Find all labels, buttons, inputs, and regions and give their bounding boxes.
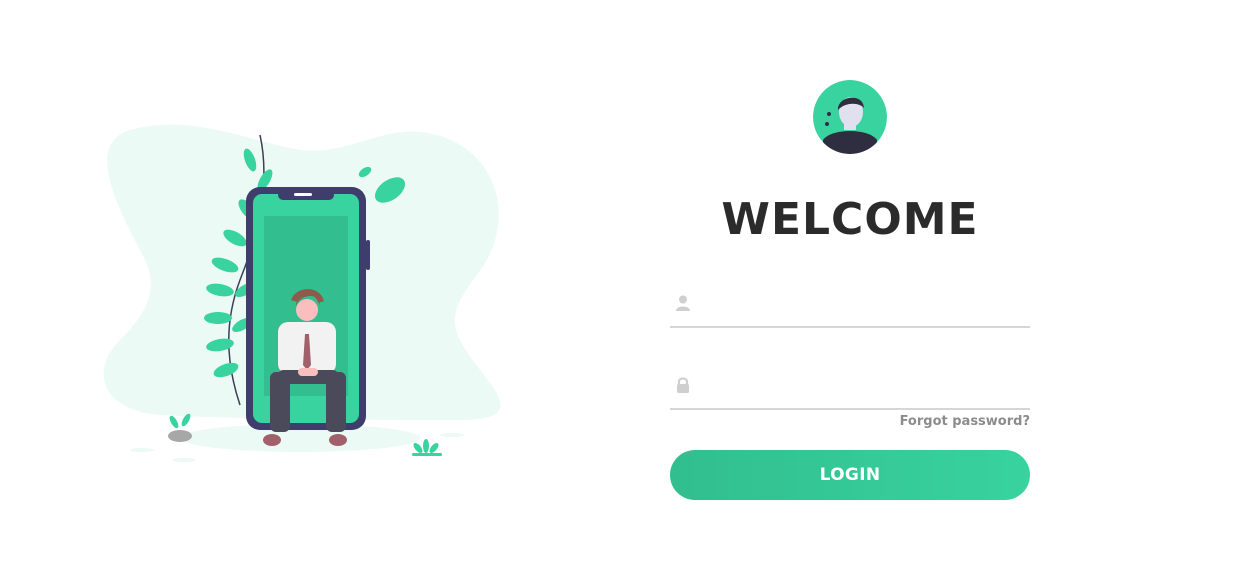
user-icon bbox=[676, 295, 690, 311]
password-field bbox=[670, 368, 1030, 410]
username-input[interactable] bbox=[704, 290, 1024, 320]
password-input[interactable] bbox=[704, 372, 1024, 402]
avatar bbox=[813, 80, 887, 154]
login-page: WELCOME Forgot password? LOGIN bbox=[0, 0, 1233, 584]
forgot-password-link[interactable]: Forgot password? bbox=[900, 414, 1030, 429]
phone-illustration bbox=[103, 124, 501, 462]
page-title: WELCOME bbox=[721, 194, 979, 245]
rock bbox=[168, 430, 192, 442]
avatar-icon bbox=[813, 80, 887, 154]
lock-icon bbox=[677, 377, 689, 393]
username-field bbox=[670, 286, 1030, 328]
login-button[interactable]: LOGIN bbox=[670, 450, 1030, 500]
